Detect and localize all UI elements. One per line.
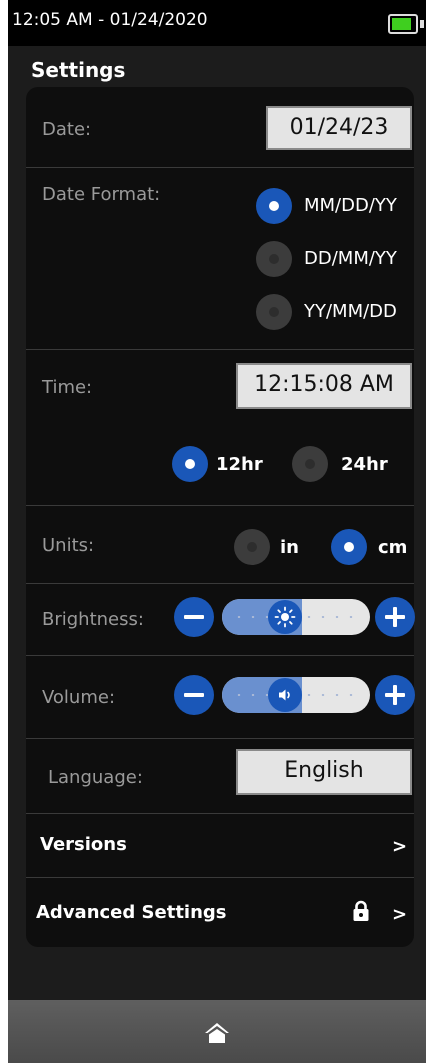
status-datetime: 12:05 AM - 01/24/2020 [12, 10, 208, 30]
date-label: Date: [42, 119, 92, 140]
volume-increase-button[interactable] [375, 675, 415, 715]
divider [26, 738, 414, 739]
volume-knob[interactable] [267, 678, 302, 712]
language-field[interactable]: English [236, 749, 412, 795]
speaker-icon [278, 689, 290, 701]
option-ddmmyy-label: DD/MM/YY [304, 248, 397, 269]
units-label: Units: [42, 535, 95, 556]
versions-label: Versions [40, 834, 127, 855]
option-cm-label: cm [378, 537, 408, 558]
brightness-label: Brightness: [42, 609, 144, 630]
option-mmddyy-label: MM/DD/YY [304, 195, 397, 216]
home-icon[interactable] [204, 1021, 230, 1045]
status-bar: 12:05 AM - 01/24/2020 [8, 0, 426, 46]
radio-mmddyy[interactable] [256, 188, 292, 224]
time-field[interactable]: 12:15:08 AM [236, 363, 412, 409]
brightness-knob[interactable] [267, 600, 302, 634]
chevron-right-icon: > [392, 836, 408, 857]
chevron-right-icon: > [392, 904, 408, 925]
option-12hr-label: 12hr [216, 454, 263, 475]
sun-icon [274, 606, 295, 628]
divider [26, 655, 414, 656]
advanced-settings-row[interactable]: Advanced Settings > [26, 878, 414, 944]
divider [26, 505, 414, 506]
time-label: Time: [42, 377, 93, 398]
battery-level [392, 18, 411, 30]
battery-tip [420, 20, 424, 28]
divider [26, 349, 414, 350]
option-in-label: in [280, 537, 299, 558]
date-field[interactable]: 01/24/23 [266, 106, 412, 150]
brightness-decrease-button[interactable] [174, 597, 214, 637]
advanced-settings-label: Advanced Settings [36, 902, 227, 923]
lock-icon [353, 900, 369, 921]
date-format-label: Date Format: [42, 184, 161, 205]
radio-ddmmyy[interactable] [256, 241, 292, 277]
radio-12hr[interactable] [172, 446, 208, 482]
page-title: Settings [31, 58, 126, 82]
device-screen: 12:05 AM - 01/24/2020 Settings Date: 01/… [8, 0, 426, 1063]
bottom-nav-bar [8, 1000, 426, 1063]
brightness-slider[interactable] [222, 599, 370, 635]
divider [26, 583, 414, 584]
volume-label: Volume: [42, 687, 116, 708]
option-24hr-label: 24hr [341, 454, 388, 475]
language-label: Language: [48, 767, 143, 788]
radio-cm[interactable] [331, 529, 367, 565]
volume-decrease-button[interactable] [174, 675, 214, 715]
versions-row[interactable]: Versions > [26, 814, 414, 877]
radio-in[interactable] [234, 529, 270, 565]
settings-panel: Date: 01/24/23 Date Format: MM/DD/YY DD/… [26, 87, 415, 947]
volume-slider[interactable] [222, 677, 370, 713]
radio-yymmdd[interactable] [256, 294, 292, 330]
battery-icon [388, 14, 418, 34]
brightness-increase-button[interactable] [375, 597, 415, 637]
radio-24hr[interactable] [292, 446, 328, 482]
divider [26, 167, 414, 168]
option-yymmdd-label: YY/MM/DD [304, 301, 397, 322]
